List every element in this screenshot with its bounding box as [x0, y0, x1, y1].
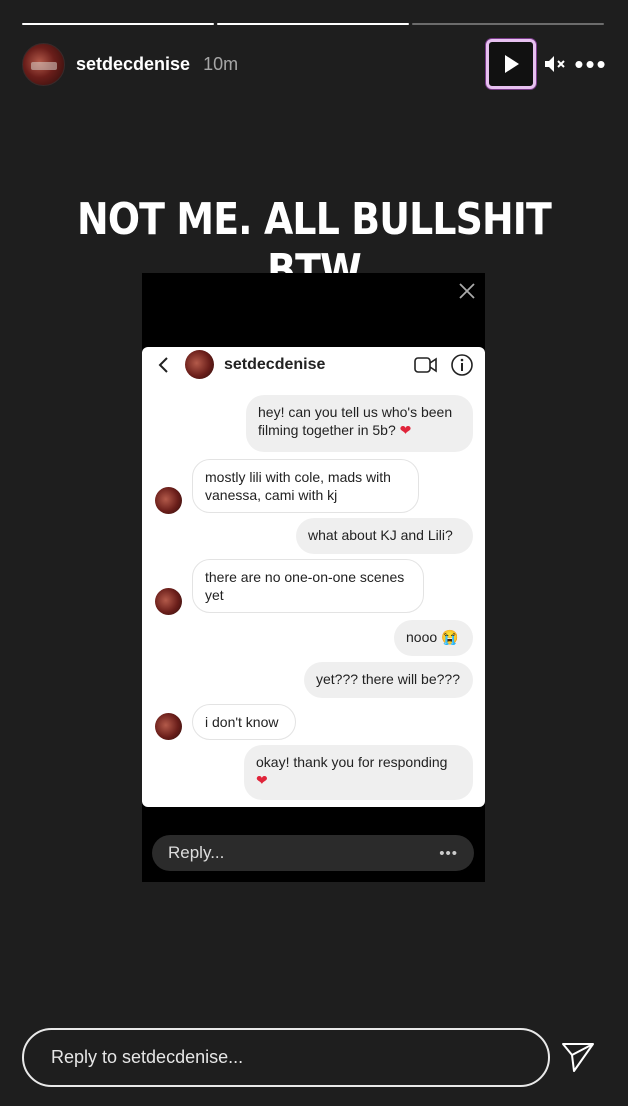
message-text: yet??? there will be???: [316, 671, 460, 687]
reply-input[interactable]: Reply to setdecdenise...: [22, 1028, 550, 1087]
sender-avatar: [155, 487, 182, 514]
screenshot-reply-bar: Reply... •••: [152, 835, 474, 871]
sender-avatar: [155, 713, 182, 740]
sender-avatar: [155, 588, 182, 615]
muted-speaker-icon: [545, 56, 565, 72]
story-username[interactable]: setdecdenise: [76, 54, 190, 75]
story-controls: •••: [486, 39, 608, 89]
dm-username: setdecdenise: [224, 356, 326, 373]
send-icon[interactable]: [560, 1040, 596, 1074]
screenshot-more-icon: •••: [439, 844, 458, 862]
dm-avatar: [185, 350, 214, 379]
message-text: there are no one-on-one scenes: [205, 569, 405, 585]
video-call-icon: [414, 357, 437, 373]
heart-emoji: ❤: [256, 772, 268, 788]
message-bubble-received: i don't know: [192, 704, 296, 740]
message-text: vanessa, cami with kj: [205, 487, 338, 503]
message-text: i don't know: [205, 714, 279, 730]
progress-segment-1: [22, 23, 214, 25]
mute-button[interactable]: [544, 53, 566, 75]
message-text: filming together in 5b?: [258, 422, 396, 438]
reply-placeholder: Reply to setdecdenise...: [51, 1047, 244, 1067]
avatar[interactable]: [22, 42, 65, 86]
message-text: okay! thank you for responding: [256, 754, 448, 770]
message-bubble-sent: okay! thank you for responding ❤: [244, 745, 473, 800]
message-bubble-received: mostly lili with cole, mads with vanessa…: [192, 459, 419, 513]
story-timestamp: 10m: [203, 53, 239, 74]
embedded-screenshot: setdecdenise hey! can you tell us who's …: [142, 273, 485, 882]
progress-segment-3: [412, 23, 604, 25]
info-icon: [451, 354, 473, 376]
crying-emoji: 😭: [441, 629, 459, 645]
progress-segment-2: [217, 23, 409, 25]
back-chevron-icon: [158, 357, 168, 373]
message-text: mostly lili with cole, mads with: [205, 469, 391, 485]
message-text: yet: [205, 587, 224, 603]
message-text: what about KJ and Lili?: [308, 527, 453, 543]
close-icon: [459, 283, 475, 299]
message-bubble-sent: nooo 😭: [394, 620, 473, 656]
play-button[interactable]: [486, 39, 536, 89]
dm-header: setdecdenise: [142, 347, 485, 383]
dm-conversation: setdecdenise hey! can you tell us who's …: [142, 347, 485, 807]
story-header: setdecdenise 10m •••: [22, 39, 608, 89]
message-bubble-received: there are no one-on-one scenes yet: [192, 559, 424, 613]
heart-emoji: ❤: [399, 422, 412, 438]
story-progress-bar: [22, 23, 604, 26]
play-icon: [505, 55, 519, 73]
more-options-button[interactable]: •••: [574, 49, 608, 80]
screenshot-reply-label: Reply...: [168, 843, 225, 862]
message-text: nooo: [406, 629, 438, 645]
message-text: hey! can you tell us who's been: [258, 404, 453, 420]
message-bubble-sent: what about KJ and Lili?: [296, 518, 473, 554]
message-bubble-sent: hey! can you tell us who's been filming …: [246, 395, 473, 452]
message-bubble-sent: yet??? there will be???: [304, 662, 473, 698]
